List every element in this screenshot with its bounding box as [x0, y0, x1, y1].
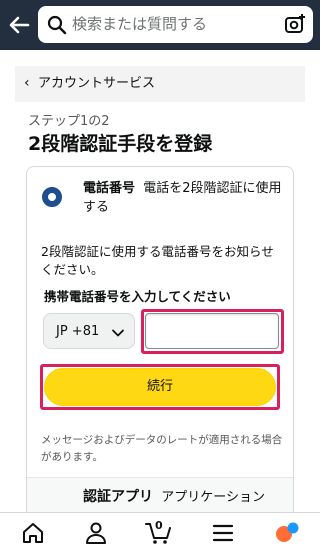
country-code-value: JP +81 — [56, 324, 100, 339]
cart-icon[interactable]: 0 — [145, 519, 173, 547]
home-icon[interactable] — [19, 519, 47, 547]
country-code-select[interactable]: JP +81 — [43, 313, 135, 349]
cart-count: 0 — [155, 519, 163, 532]
breadcrumb[interactable]: ‹ アカウントサービス — [15, 66, 305, 102]
account-icon[interactable] — [82, 519, 110, 547]
back-arrow-icon[interactable] — [6, 12, 32, 38]
rates-notice: メッセージおよびデータのレートが適用される場合があります。 — [41, 434, 283, 463]
option-phone-title: 電話番号 電話を2段階認証に使用する — [83, 179, 283, 217]
phone-number-input[interactable] — [145, 313, 279, 349]
chevron-down-icon — [111, 325, 125, 339]
option-app-title: 認証アプリ アプリケーション — [83, 489, 265, 506]
breadcrumb-label: アカウントサービス — [38, 76, 156, 91]
chevron-left-icon: ‹ — [24, 75, 30, 91]
phone-field-label: 携帯電話番号を入力してください — [44, 289, 231, 304]
search-placeholder: 検索または質問する — [72, 15, 208, 33]
option-phone-name: 電話番号 — [83, 181, 136, 196]
step-indicator: ステップ1の2 — [28, 114, 110, 129]
search-icon — [47, 15, 67, 35]
camera-search-icon[interactable] — [284, 13, 306, 35]
bottom-navigation: 0 — [0, 512, 320, 552]
option-phone-description: 2段階認証に使用する電話番号をお知らせください。 — [41, 244, 274, 277]
page-title: 2段階認証手段を登録 — [28, 133, 213, 155]
search-bar[interactable]: 検索または質問する — [38, 6, 313, 43]
continue-button[interactable]: 続行 — [44, 368, 276, 406]
option-app-name: 認証アプリ — [83, 489, 153, 505]
two-step-options-card: 電話番号 電話を2段階認証に使用する 2段階認証に使用する電話番号をお知らせくだ… — [26, 166, 294, 552]
option-app-subtitle: アプリケーション — [161, 490, 266, 505]
rufus-assistant-icon[interactable] — [273, 519, 301, 547]
menu-icon[interactable] — [209, 519, 237, 547]
top-header: 検索または質問する — [0, 0, 320, 50]
radio-phone-selected[interactable] — [42, 187, 62, 207]
